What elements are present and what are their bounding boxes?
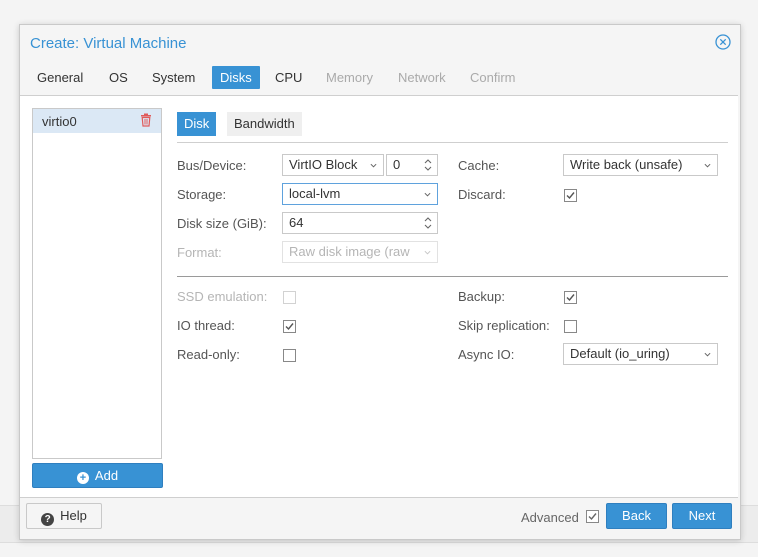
format-select: Raw disk image (raw — [282, 241, 438, 263]
skip-replication-label: Skip replication: — [458, 318, 550, 333]
format-value: Raw disk image (raw — [289, 244, 410, 259]
ssd-emulation-label: SSD emulation: — [177, 289, 268, 304]
discard-label: Discard: — [458, 187, 506, 202]
storage-label: Storage: — [177, 187, 227, 202]
io-thread-checkbox[interactable] — [283, 320, 296, 333]
async-io-label: Async IO: — [458, 347, 515, 362]
checkmark-icon — [566, 192, 575, 200]
chevron-down-icon — [370, 163, 377, 168]
trash-icon[interactable] — [140, 113, 152, 127]
checkmark-icon — [566, 294, 575, 302]
disk-size-value: 64 — [289, 215, 304, 230]
chevron-down-icon — [424, 192, 431, 197]
section-divider — [177, 276, 728, 277]
tab-disks[interactable]: Disks — [212, 66, 260, 89]
disk-list-item[interactable]: virtio0 — [33, 109, 161, 133]
device-index-stepper[interactable]: 0 — [386, 154, 438, 176]
tab-network: Network — [398, 70, 446, 85]
checkmark-icon — [285, 323, 294, 331]
dialog-title: Create: Virtual Machine — [30, 35, 187, 52]
bus-device-label: Bus/Device: — [177, 158, 247, 173]
storage-value: local-lvm — [289, 186, 341, 201]
add-disk-label: Add — [94, 468, 119, 483]
help-label: Help — [60, 508, 87, 523]
subtab-disk[interactable]: Disk — [177, 112, 217, 136]
backup-label: Backup: — [458, 289, 505, 304]
dialog-content: virtio0 + Add Disk Bandwidth Bus/Device: … — [20, 95, 738, 498]
bus-value: VirtIO Block — [289, 157, 358, 172]
advanced-checkbox[interactable] — [586, 510, 599, 523]
bus-select[interactable]: VirtIO Block — [282, 154, 384, 176]
tab-cpu[interactable]: CPU — [267, 66, 310, 89]
close-icon[interactable] — [715, 34, 731, 50]
ssd-emulation-checkbox — [283, 291, 296, 304]
advanced-label: Advanced — [521, 510, 579, 525]
chevron-down-icon — [704, 352, 711, 357]
disk-item-label: virtio0 — [42, 114, 77, 129]
tab-confirm: Confirm — [470, 70, 516, 85]
add-disk-button[interactable]: + Add — [32, 463, 163, 488]
async-io-value: Default (io_uring) — [570, 346, 670, 361]
cache-label: Cache: — [458, 158, 500, 173]
device-index-value: 0 — [393, 157, 401, 172]
disk-list: virtio0 — [32, 108, 162, 459]
dialog-footer: ? Help Advanced Back Next — [20, 497, 738, 537]
tab-system[interactable]: System — [144, 66, 203, 89]
storage-select[interactable]: local-lvm — [282, 183, 438, 205]
disk-size-label: Disk size (GiB): — [177, 216, 267, 231]
async-io-select[interactable]: Default (io_uring) — [563, 343, 718, 365]
io-thread-label: IO thread: — [177, 318, 235, 333]
cache-value: Write back (unsafe) — [570, 157, 683, 172]
help-icon: ? — [41, 513, 55, 526]
disk-settings-panel: Disk Bandwidth Bus/Device: VirtIO Block … — [168, 96, 728, 496]
format-label: Format: — [177, 245, 222, 260]
tab-memory: Memory — [326, 70, 373, 85]
spinner-icon[interactable] — [424, 216, 432, 230]
checkmark-icon — [588, 513, 597, 521]
chevron-down-icon — [424, 250, 431, 255]
back-button[interactable]: Back — [606, 503, 667, 529]
plus-circle-icon: + — [76, 472, 89, 484]
read-only-label: Read-only: — [177, 347, 240, 362]
discard-checkbox[interactable] — [564, 189, 577, 202]
read-only-checkbox[interactable] — [283, 349, 296, 362]
next-button[interactable]: Next — [672, 503, 732, 529]
create-vm-dialog: Create: Virtual Machine General OS Syste… — [19, 24, 741, 540]
skip-replication-checkbox[interactable] — [564, 320, 577, 333]
dialog-titlebar: Create: Virtual Machine — [20, 25, 740, 61]
chevron-down-icon — [704, 163, 711, 168]
subtab-bandwidth[interactable]: Bandwidth — [227, 112, 302, 136]
backup-checkbox[interactable] — [564, 291, 577, 304]
subtab-divider — [177, 142, 728, 143]
help-button[interactable]: ? Help — [26, 503, 102, 529]
tab-os[interactable]: OS — [101, 66, 136, 89]
cache-select[interactable]: Write back (unsafe) — [563, 154, 718, 176]
tab-general[interactable]: General — [29, 66, 91, 89]
spinner-icon[interactable] — [424, 158, 432, 172]
disk-size-stepper[interactable]: 64 — [282, 212, 438, 234]
